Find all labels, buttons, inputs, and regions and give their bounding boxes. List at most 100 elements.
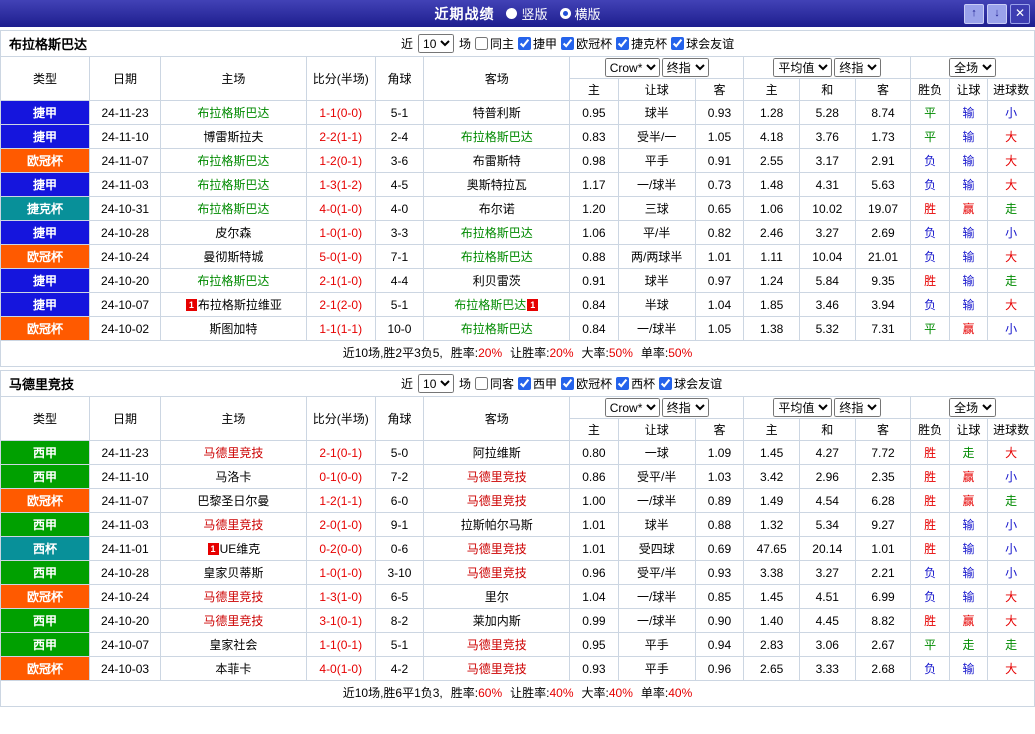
away-team[interactable]: 布拉格斯巴达	[423, 244, 571, 269]
home-team[interactable]: 马洛卡	[159, 464, 307, 489]
score[interactable]: 2-0(1-0)	[305, 512, 376, 537]
avg-select[interactable]: 平均值	[773, 398, 833, 417]
league-checkbox[interactable]	[616, 37, 630, 50]
league-filter[interactable]: 球会友谊	[671, 35, 734, 52]
away-team[interactable]: 里尔	[423, 584, 571, 609]
home-team[interactable]: 曼彻斯特城	[159, 244, 307, 269]
same-venue-filter[interactable]: 同客	[475, 375, 514, 392]
away-team[interactable]: 布雷斯特	[423, 148, 571, 173]
scroll-up-button[interactable]: ↑	[964, 3, 984, 24]
score[interactable]: 1-0(1-0)	[305, 560, 376, 585]
score[interactable]: 2-1(1-0)	[305, 268, 376, 293]
scope-select[interactable]: 全场	[949, 58, 997, 77]
close-button[interactable]: ✕	[1010, 3, 1030, 24]
home-team[interactable]: 布拉格斯巴达	[159, 100, 307, 125]
score[interactable]: 1-1(0-1)	[305, 632, 376, 657]
league-checkbox[interactable]	[616, 377, 630, 390]
layout-radio-vertical[interactable]: 竖版	[506, 4, 548, 23]
league-checkbox[interactable]	[561, 37, 575, 50]
home-team[interactable]: 巴黎圣日尔曼	[159, 488, 307, 513]
score[interactable]: 2-1(2-0)	[305, 292, 376, 317]
home-team[interactable]: 皇家贝蒂斯	[159, 560, 307, 585]
avg-select[interactable]: 平均值	[773, 58, 833, 77]
league-checkbox[interactable]	[671, 37, 685, 50]
away-team[interactable]: 阿拉维斯	[423, 440, 571, 465]
home-team[interactable]: 皮尔森	[159, 220, 307, 245]
recent-count-select[interactable]: 10	[418, 374, 455, 393]
away-team[interactable]: 特普利斯	[423, 100, 571, 125]
home-team[interactable]: 斯图加特	[159, 316, 307, 341]
home-team[interactable]: 马德里竞技	[159, 512, 307, 537]
recent-count-select[interactable]: 10	[418, 34, 455, 53]
league-checkbox[interactable]	[659, 377, 673, 390]
away-team[interactable]: 布拉格斯巴达	[423, 220, 571, 245]
home-team[interactable]: 本菲卡	[159, 656, 307, 681]
home-team[interactable]: 布拉格斯巴达	[159, 172, 307, 197]
home-team[interactable]: 皇家社会	[159, 632, 307, 657]
league-filter[interactable]: 捷甲	[518, 35, 557, 52]
away-team[interactable]: 布拉格斯巴达 1	[423, 292, 571, 317]
score[interactable]: 0-2(0-0)	[305, 536, 376, 561]
score[interactable]: 1-2(0-1)	[305, 148, 376, 173]
away-team[interactable]: 利贝雷茨	[423, 268, 571, 293]
same-venue-checkbox[interactable]	[475, 37, 489, 50]
scope-select[interactable]: 全场	[949, 398, 997, 417]
score[interactable]: 1-1(0-0)	[305, 100, 376, 125]
away-team[interactable]: 布拉格斯巴达	[423, 316, 571, 341]
home-team[interactable]: 布拉格斯巴达	[159, 148, 307, 173]
odds-time-select[interactable]: 终指	[661, 398, 709, 417]
home-team[interactable]: 布拉格斯巴达	[159, 268, 307, 293]
away-team[interactable]: 拉斯帕尔马斯	[423, 512, 571, 537]
score[interactable]: 1-0(1-0)	[305, 220, 376, 245]
league-checkbox[interactable]	[518, 37, 532, 50]
away-team[interactable]: 莱加内斯	[423, 608, 571, 633]
away-team[interactable]: 布尔诺	[423, 196, 571, 221]
away-team[interactable]: 马德里竞技	[423, 656, 571, 681]
col-score: 比分(半场)	[305, 56, 376, 101]
score[interactable]: 4-0(1-0)	[305, 196, 376, 221]
score[interactable]: 1-3(1-2)	[305, 172, 376, 197]
home-team[interactable]: 马德里竞技	[159, 440, 307, 465]
score[interactable]: 5-0(1-0)	[305, 244, 376, 269]
league-checkbox[interactable]	[518, 377, 532, 390]
away-team[interactable]: 马德里竞技	[423, 464, 571, 489]
league-checkbox[interactable]	[561, 377, 575, 390]
odds-time-select[interactable]: 终指	[661, 58, 709, 77]
score[interactable]: 4-0(1-0)	[305, 656, 376, 681]
home-team[interactable]: 1 UE维克	[159, 536, 307, 561]
result-handicap: 输	[948, 656, 989, 681]
league-filter[interactable]: 欧冠杯	[561, 375, 612, 392]
home-team[interactable]: 布拉格斯巴达	[159, 196, 307, 221]
away-team[interactable]: 马德里竞技	[423, 488, 571, 513]
score[interactable]: 0-1(0-0)	[305, 464, 376, 489]
away-team[interactable]: 布拉格斯巴达	[423, 124, 571, 149]
same-venue-checkbox[interactable]	[475, 377, 489, 390]
league-filter[interactable]: 球会友谊	[659, 375, 722, 392]
home-team[interactable]: 马德里竞技	[159, 608, 307, 633]
score[interactable]: 1-1(1-1)	[305, 316, 376, 341]
away-team[interactable]: 马德里竞技	[423, 632, 571, 657]
same-venue-filter[interactable]: 同主	[475, 35, 514, 52]
home-team[interactable]: 博雷斯拉夫	[159, 124, 307, 149]
away-team[interactable]: 奥斯特拉瓦	[423, 172, 571, 197]
score[interactable]: 3-1(0-1)	[305, 608, 376, 633]
score[interactable]: 1-2(1-1)	[305, 488, 376, 513]
league-filter[interactable]: 西甲	[518, 375, 557, 392]
league-filter[interactable]: 捷克杯	[616, 35, 667, 52]
home-team[interactable]: 1 布拉格斯拉维亚	[159, 292, 307, 317]
avg-time-select[interactable]: 终指	[834, 58, 882, 77]
league-filter[interactable]: 西杯	[616, 375, 655, 392]
result-wdl: 负	[910, 148, 950, 173]
layout-radio-horizontal[interactable]: 横版	[559, 4, 601, 23]
score[interactable]: 2-1(0-1)	[305, 440, 376, 465]
home-team[interactable]: 马德里竞技	[159, 584, 307, 609]
scroll-down-button[interactable]: ↓	[987, 3, 1007, 24]
odds-source-select[interactable]: Crow*	[604, 398, 660, 417]
score[interactable]: 2-2(1-1)	[305, 124, 376, 149]
odds-source-select[interactable]: Crow*	[604, 58, 660, 77]
avg-time-select[interactable]: 终指	[834, 398, 882, 417]
away-team[interactable]: 马德里竞技	[423, 560, 571, 585]
away-team[interactable]: 马德里竞技	[423, 536, 571, 561]
score[interactable]: 1-3(1-0)	[305, 584, 376, 609]
league-filter[interactable]: 欧冠杯	[561, 35, 612, 52]
